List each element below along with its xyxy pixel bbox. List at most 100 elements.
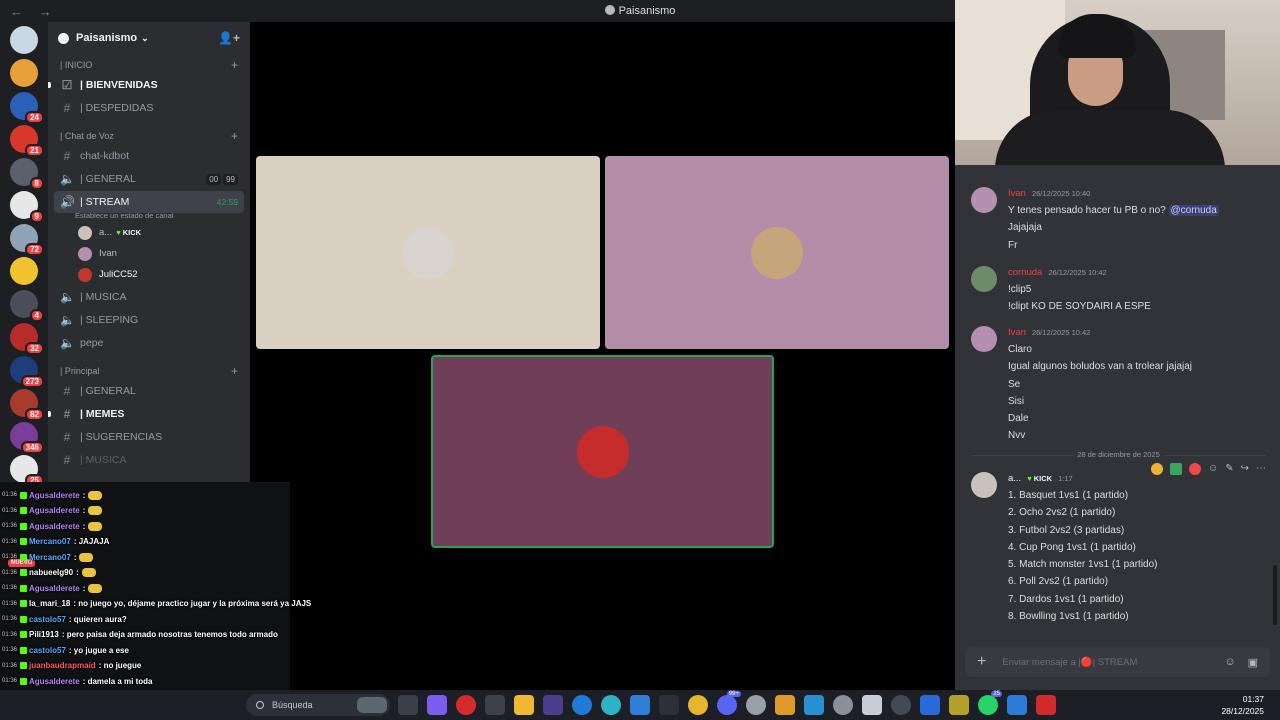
channel-musica[interactable]: 🔈 | MUSICA bbox=[54, 286, 244, 308]
folder-icon[interactable] bbox=[514, 695, 534, 715]
chat-scrollbar[interactable] bbox=[1273, 565, 1277, 625]
server-icon[interactable]: 346 bbox=[10, 422, 44, 454]
task-view-icon[interactable] bbox=[398, 695, 418, 715]
obs-icon[interactable] bbox=[746, 695, 766, 715]
composer-placeholder[interactable]: Enviar mensaje a |🔴| STREAM bbox=[1002, 657, 1137, 668]
participant-tile[interactable] bbox=[605, 156, 949, 349]
server-icon[interactable]: 4 bbox=[10, 290, 44, 322]
system-clock[interactable]: 01:37 28/12/2025 bbox=[1221, 693, 1264, 717]
message-line: Sisi bbox=[1008, 395, 1025, 407]
attach-icon[interactable]: + bbox=[977, 653, 986, 671]
chrome-icon[interactable] bbox=[688, 695, 708, 715]
app-icon[interactable] bbox=[949, 695, 969, 715]
overlay-timestamp: 01:36 bbox=[2, 616, 18, 622]
server-icon[interactable] bbox=[10, 26, 38, 54]
avatar[interactable] bbox=[971, 326, 997, 352]
server-icon[interactable]: 72 bbox=[10, 224, 44, 256]
taskbar-search[interactable]: Búsqueda bbox=[246, 694, 390, 716]
terminal-icon[interactable] bbox=[659, 695, 679, 715]
avatar[interactable] bbox=[971, 472, 997, 498]
paint-icon[interactable] bbox=[804, 695, 824, 715]
record-icon[interactable] bbox=[1036, 695, 1056, 715]
overlay-username: la_mari_18 bbox=[29, 599, 71, 608]
category-principal[interactable]: | Principal + bbox=[48, 362, 250, 379]
channel-label: | MUSICA bbox=[80, 454, 127, 466]
author-name[interactable]: a... bbox=[1008, 473, 1021, 484]
document-icon[interactable] bbox=[862, 695, 882, 715]
channel-musica-text[interactable]: # | MUSICA bbox=[54, 449, 244, 471]
message-composer[interactable]: + Enviar mensaje a |🔴| STREAM ☺ ▣ bbox=[965, 647, 1270, 677]
emote-icon bbox=[81, 568, 96, 577]
channel-general-voice[interactable]: 🔈 | GENERAL 00 99 bbox=[54, 168, 244, 190]
overlay-username: Mercano07 bbox=[29, 552, 71, 562]
channel-sugerencias[interactable]: # | SUGERENCIAS bbox=[54, 426, 244, 448]
mail-icon[interactable] bbox=[1007, 695, 1027, 715]
avatar[interactable] bbox=[971, 266, 997, 292]
participant-tile-speaking[interactable] bbox=[431, 355, 774, 548]
avatar[interactable] bbox=[971, 187, 997, 213]
server-icon[interactable]: 25 bbox=[10, 455, 44, 482]
mention-badge: 24 bbox=[25, 111, 44, 124]
server-icon[interactable]: 273 bbox=[10, 356, 44, 388]
add-channel-icon[interactable]: + bbox=[231, 58, 238, 72]
server-icon[interactable]: 8 bbox=[10, 158, 44, 190]
server-icon[interactable] bbox=[10, 59, 38, 87]
server-icon[interactable]: 21 bbox=[10, 125, 44, 157]
author-name[interactable]: Ivan bbox=[1008, 188, 1026, 199]
emoji-icon[interactable]: ☺ bbox=[1224, 656, 1235, 669]
vlc-icon[interactable] bbox=[775, 695, 795, 715]
author-name[interactable]: Ivan bbox=[1008, 327, 1026, 338]
channel-general[interactable]: # | GENERAL bbox=[54, 380, 244, 402]
channel-despedidas[interactable]: # | DESPEDIDAS bbox=[54, 97, 244, 119]
add-channel-icon[interactable]: + bbox=[231, 364, 238, 378]
channel-sleeping[interactable]: 🔈 | SLEEPING bbox=[54, 309, 244, 331]
apps-icon[interactable]: ▣ bbox=[1248, 656, 1258, 669]
message-line: 3. Futbol 2vs2 (3 partidas) bbox=[1008, 524, 1125, 536]
server-header[interactable]: Paisanismo ⌄ 👤+ bbox=[48, 22, 250, 54]
overlay-message: : bbox=[82, 490, 86, 500]
server-icon[interactable] bbox=[10, 257, 38, 285]
message-line: 2. Ocho 2vs2 (1 partido) bbox=[1008, 507, 1116, 519]
voice-user[interactable]: Ivan bbox=[48, 243, 250, 264]
category-inicio[interactable]: | INICIO + bbox=[48, 56, 250, 73]
hash-icon: # bbox=[63, 453, 71, 467]
edge-icon[interactable] bbox=[572, 695, 592, 715]
overlay-timestamp: 01:36 bbox=[2, 678, 18, 684]
browser-icon[interactable] bbox=[601, 695, 621, 715]
github-icon[interactable] bbox=[891, 695, 911, 715]
server-icon[interactable]: 32 bbox=[10, 323, 44, 355]
mention-badge: 32 bbox=[25, 342, 44, 355]
notepad-icon[interactable] bbox=[630, 695, 650, 715]
vpn-icon[interactable] bbox=[920, 695, 940, 715]
message-line: Se bbox=[1008, 378, 1021, 390]
server-icon[interactable]: 24 bbox=[10, 92, 44, 124]
copilot-icon[interactable] bbox=[427, 695, 447, 715]
subscriber-badge-icon bbox=[20, 631, 28, 638]
category-voz[interactable]: | Chat de Voz + bbox=[48, 127, 250, 144]
mention[interactable]: @cornuda bbox=[1168, 205, 1219, 216]
add-channel-icon[interactable]: + bbox=[231, 129, 238, 143]
opera-icon[interactable] bbox=[456, 695, 476, 715]
store-icon[interactable] bbox=[485, 695, 505, 715]
channel-bienvenidas[interactable]: ☑ | BIENVENIDAS bbox=[48, 74, 244, 96]
voice-user[interactable]: JuliCC52 bbox=[48, 264, 250, 285]
discord-icon[interactable]: 99+ bbox=[717, 691, 741, 715]
channel-chat-kdbot[interactable]: # chat-kdbot bbox=[54, 145, 244, 167]
overlay-timestamp: 01:36 bbox=[2, 585, 18, 591]
overlay-message: : JAJAJA bbox=[73, 537, 110, 546]
voice-active-icon: 🔊 bbox=[60, 195, 75, 209]
pen-icon[interactable] bbox=[543, 695, 563, 715]
server-icon[interactable]: 9 bbox=[10, 191, 44, 223]
channel-memes[interactable]: # | MEMES bbox=[48, 403, 244, 425]
channel-pepe[interactable]: 🔈 pepe bbox=[54, 332, 244, 354]
settings-icon[interactable] bbox=[833, 695, 853, 715]
invite-icon[interactable]: 👤+ bbox=[218, 31, 240, 45]
channel-stream[interactable]: 🔊 | STREAM 42:59 bbox=[54, 191, 244, 213]
participant-tile[interactable] bbox=[256, 156, 600, 349]
whatsapp-icon[interactable]: 25 bbox=[978, 691, 1002, 715]
voice-user[interactable]: a... ♥ KICK bbox=[48, 222, 250, 243]
server-icon[interactable]: 82 bbox=[10, 389, 44, 421]
overlay-message: : quieren aura? bbox=[68, 614, 127, 624]
author-name[interactable]: cornuda bbox=[1008, 267, 1042, 278]
subscriber-badge-icon bbox=[20, 553, 28, 561]
